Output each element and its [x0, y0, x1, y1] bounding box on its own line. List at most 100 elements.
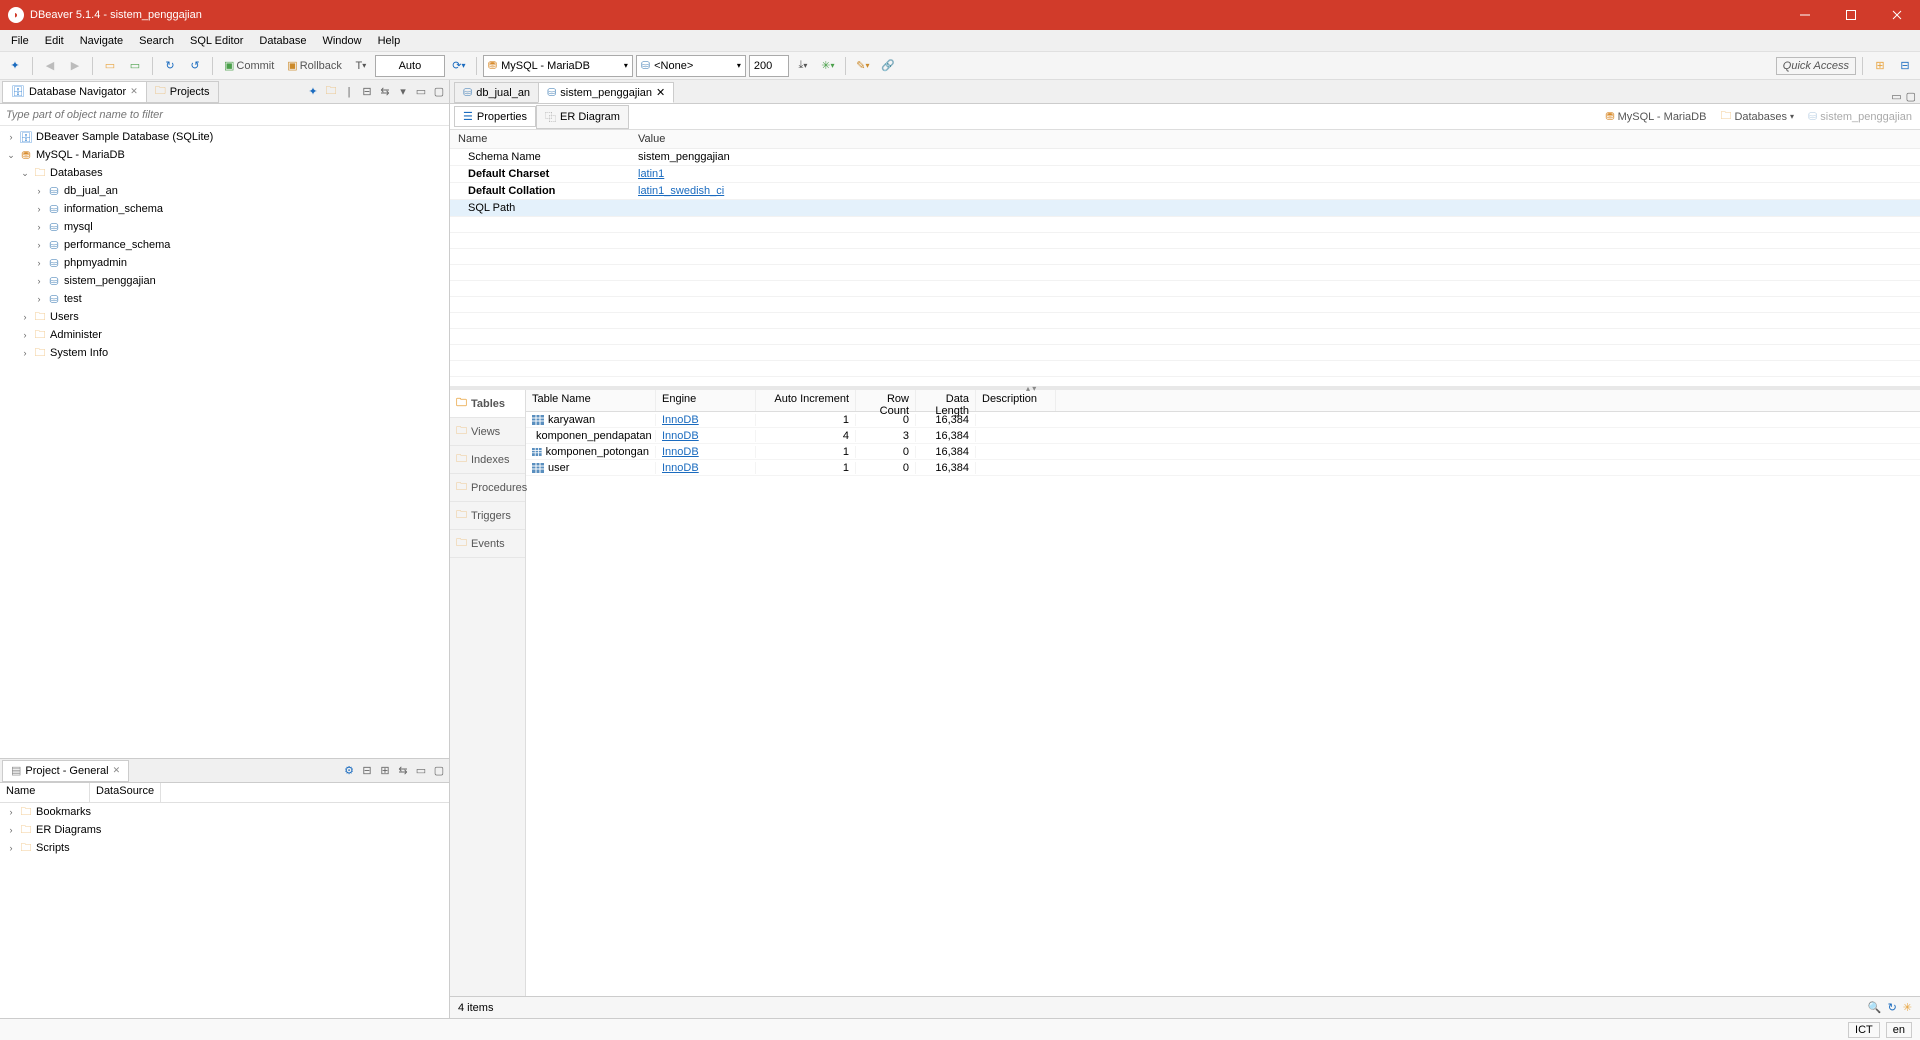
tree-database-item[interactable]: ›⛁performance_schema	[0, 236, 449, 254]
table-row[interactable]: karyawanInnoDB1016,384	[526, 412, 1920, 428]
close-icon[interactable]: ✕	[656, 86, 665, 99]
refresh-icon[interactable]: ↻	[1888, 1001, 1897, 1014]
breadcrumb-connection[interactable]: ⛃MySQL - MariaDB	[1601, 108, 1710, 125]
edit-button[interactable]: ✎▾	[852, 55, 874, 77]
perspective-db-button[interactable]: ⊞	[1869, 55, 1891, 77]
property-row[interactable]: SQL Path	[450, 200, 1920, 217]
col-description[interactable]: Description	[976, 390, 1056, 411]
tree-databases-folder[interactable]: ⌄🗀Databases	[0, 164, 449, 182]
auto-commit-dropdown[interactable]: Auto	[375, 55, 445, 77]
maximize-button[interactable]	[1828, 0, 1874, 30]
engine-link[interactable]: InnoDB	[662, 430, 699, 442]
minimize-button[interactable]	[1782, 0, 1828, 30]
project-list[interactable]: ›🗀Bookmarks›🗀ER Diagrams›🗀Scripts	[0, 803, 449, 1018]
maximize-panel-icon[interactable]: ▢	[431, 84, 447, 100]
project-col-datasource[interactable]: DataSource	[90, 783, 161, 802]
quick-access[interactable]: Quick Access	[1776, 57, 1856, 75]
menu-window[interactable]: Window	[315, 33, 368, 49]
engine-link[interactable]: InnoDB	[662, 414, 699, 426]
category-indexes[interactable]: 🗀Indexes	[450, 446, 525, 474]
maximize-editor-icon[interactable]: ▢	[1906, 90, 1916, 103]
stop-button[interactable]: ↺	[184, 55, 206, 77]
rollback-button[interactable]: ▣Rollback	[282, 55, 347, 77]
category-procedures[interactable]: 🗀Procedures	[450, 474, 525, 502]
tab-database-navigator[interactable]: 🗄Database Navigator✕	[2, 81, 147, 103]
status-timezone[interactable]: ICT	[1848, 1022, 1880, 1038]
breadcrumb-schema[interactable]: ⛁sistem_penggajian	[1804, 108, 1916, 125]
expand-icon[interactable]: ⊞	[377, 763, 393, 779]
link-editor-icon[interactable]: ⇆	[395, 763, 411, 779]
navigator-tree[interactable]: ›🗄DBeaver Sample Database (SQLite) ⌄⛃MyS…	[0, 126, 449, 758]
property-row[interactable]: Default Collationlatin1_swedish_ci	[450, 183, 1920, 200]
tree-systeminfo-folder[interactable]: ›🗀System Info	[0, 344, 449, 362]
project-col-name[interactable]: Name	[0, 783, 90, 802]
new-connection-button[interactable]: ✦	[4, 55, 26, 77]
props-header-value[interactable]: Value	[630, 130, 1920, 149]
project-item[interactable]: ›🗀Bookmarks	[0, 803, 449, 821]
fetch-button[interactable]: ⤓▾	[792, 55, 814, 77]
table-row[interactable]: komponen_pendapatanInnoDB4316,384	[526, 428, 1920, 444]
col-table-name[interactable]: Table Name	[526, 390, 656, 411]
tree-database-item[interactable]: ›⛁phpmyadmin	[0, 254, 449, 272]
tree-database-item[interactable]: ›⛁sistem_penggajian	[0, 272, 449, 290]
subtab-er-diagram[interactable]: ⿻ER Diagram	[536, 105, 629, 129]
menu-file[interactable]: File	[4, 33, 36, 49]
collapse-icon[interactable]: ⊟	[359, 84, 375, 100]
table-row[interactable]: komponen_potonganInnoDB1016,384	[526, 444, 1920, 460]
search-icon[interactable]: 🔍	[1868, 1001, 1882, 1014]
sort-indicator-icon[interactable]: ▴ ▾	[1026, 384, 1036, 393]
menu-edit[interactable]: Edit	[38, 33, 71, 49]
close-icon[interactable]: ✕	[113, 765, 121, 776]
tab-db-jual-an[interactable]: ⛁db_jual_an	[454, 82, 539, 103]
menu-search[interactable]: Search	[132, 33, 181, 49]
col-auto-increment[interactable]: Auto Increment	[756, 390, 856, 411]
project-item[interactable]: ›🗀Scripts	[0, 839, 449, 857]
close-icon[interactable]: ✕	[130, 86, 138, 97]
collapse-icon[interactable]: ⊟	[359, 763, 375, 779]
menu-navigate[interactable]: Navigate	[73, 33, 130, 49]
result-limit-input[interactable]: 200	[749, 55, 789, 77]
tree-connection-mysql[interactable]: ⌄⛃MySQL - MariaDB	[0, 146, 449, 164]
col-engine[interactable]: Engine	[656, 390, 756, 411]
filter-input[interactable]	[0, 104, 449, 125]
grid-rows[interactable]: karyawanInnoDB1016,384komponen_pendapata…	[526, 412, 1920, 996]
link-editor-icon[interactable]: ⇆	[377, 84, 393, 100]
subtab-properties[interactable]: ☰Properties	[454, 106, 536, 127]
tree-database-item[interactable]: ›⛁db_jual_an	[0, 182, 449, 200]
tab-sistem-penggajian[interactable]: ⛁sistem_penggajian✕	[538, 82, 674, 103]
close-button[interactable]	[1874, 0, 1920, 30]
engine-link[interactable]: InnoDB	[662, 462, 699, 474]
tree-database-item[interactable]: ›⛁test	[0, 290, 449, 308]
category-tables[interactable]: 🗀Tables	[450, 390, 525, 418]
tree-database-item[interactable]: ›⛁mysql	[0, 218, 449, 236]
forward-button[interactable]: ▶	[64, 55, 86, 77]
new-conn-icon[interactable]: ✦	[305, 84, 321, 100]
link-button[interactable]: 🔗	[877, 55, 899, 77]
back-button[interactable]: ◀	[39, 55, 61, 77]
menu-sql-editor[interactable]: SQL Editor	[183, 33, 250, 49]
run-button[interactable]: ✳▾	[817, 55, 839, 77]
refresh-button[interactable]: ↻	[159, 55, 181, 77]
category-triggers[interactable]: 🗀Triggers	[450, 502, 525, 530]
tree-connection-sqlite[interactable]: ›🗄DBeaver Sample Database (SQLite)	[0, 128, 449, 146]
minimize-panel-icon[interactable]: ▭	[413, 763, 429, 779]
tree-users-folder[interactable]: ›🗀Users	[0, 308, 449, 326]
new-sql-script-button[interactable]: ▭	[124, 55, 146, 77]
table-row[interactable]: userInnoDB1016,384	[526, 460, 1920, 476]
property-link[interactable]: latin1_swedish_ci	[638, 185, 724, 197]
tx-mode-button[interactable]: T▾	[350, 55, 372, 77]
project-item[interactable]: ›🗀ER Diagrams	[0, 821, 449, 839]
commit-button[interactable]: ▣Commit	[219, 55, 279, 77]
maximize-panel-icon[interactable]: ▢	[431, 763, 447, 779]
new-folder-icon[interactable]: 🗀	[323, 84, 339, 100]
database-dropdown[interactable]: ⛁<None>▾	[636, 55, 746, 77]
connection-dropdown[interactable]: ⛃MySQL - MariaDB▾	[483, 55, 633, 77]
tab-projects[interactable]: 🗀Projects	[146, 81, 219, 103]
col-data-length[interactable]: Data Length	[916, 390, 976, 411]
menu-help[interactable]: Help	[371, 33, 408, 49]
minimize-panel-icon[interactable]: ▭	[413, 84, 429, 100]
property-row[interactable]: Schema Namesistem_penggajian	[450, 149, 1920, 166]
tree-administer-folder[interactable]: ›🗀Administer	[0, 326, 449, 344]
save-icon[interactable]: ✳	[1903, 1001, 1912, 1014]
col-row-count[interactable]: Row Count	[856, 390, 916, 411]
